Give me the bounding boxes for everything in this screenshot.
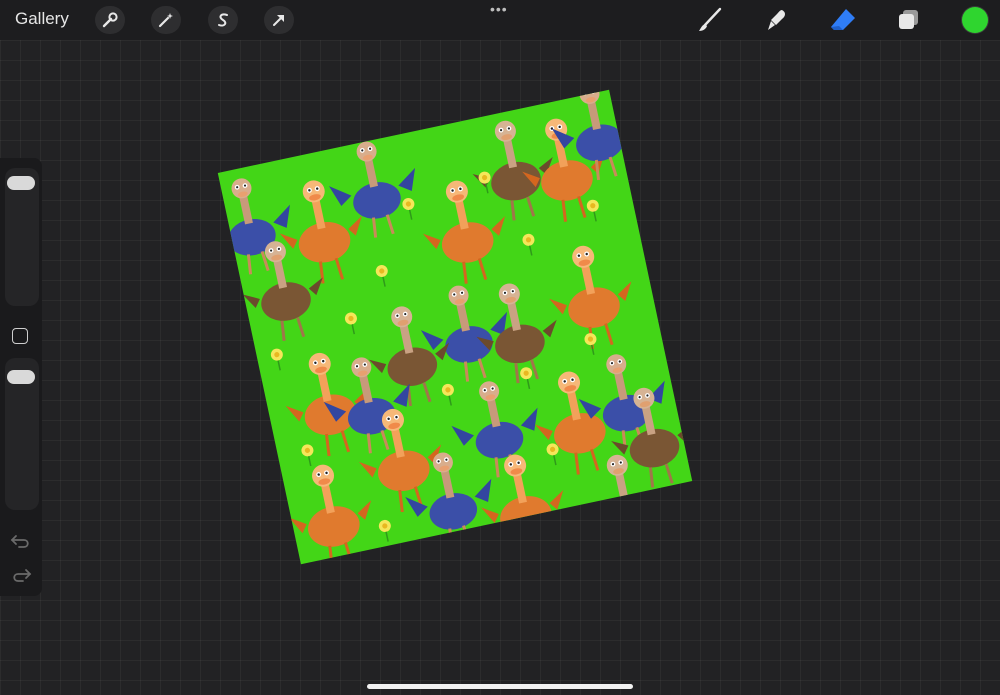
- brush-size-slider[interactable]: [5, 168, 39, 306]
- home-indicator[interactable]: [367, 684, 633, 689]
- transform-arrow-icon: [273, 15, 284, 26]
- eraser-icon: [831, 9, 855, 30]
- opacity-slider[interactable]: [5, 358, 39, 510]
- wrench-icon: [102, 12, 118, 28]
- redo-button[interactable]: [10, 566, 32, 584]
- ostrich-pattern-image: [217, 89, 693, 565]
- magic-wand-icon: [158, 13, 173, 28]
- adjustments-button[interactable]: [151, 6, 181, 34]
- artwork-canvas[interactable]: [217, 89, 693, 565]
- modify-button[interactable]: [12, 328, 28, 344]
- transform-button[interactable]: [264, 6, 294, 34]
- undo-icon: [10, 535, 29, 548]
- color-picker-button[interactable]: [962, 7, 988, 33]
- selection-s-icon: [218, 13, 228, 27]
- eraser-tool-button[interactable]: [827, 4, 859, 36]
- gallery-button[interactable]: Gallery: [15, 9, 69, 29]
- top-toolbar: Gallery •••: [0, 0, 1000, 40]
- smudge-icon: [768, 10, 785, 30]
- brush-icon: [699, 7, 722, 31]
- smudge-tool-button[interactable]: [760, 4, 792, 36]
- redo-icon: [13, 569, 32, 582]
- left-sidebar: [0, 158, 42, 596]
- undo-button[interactable]: [10, 532, 32, 550]
- brush-size-knob[interactable]: [7, 176, 35, 190]
- more-options-button[interactable]: •••: [490, 1, 508, 17]
- selection-button[interactable]: [208, 6, 238, 34]
- opacity-knob[interactable]: [7, 370, 35, 384]
- layers-button[interactable]: [893, 4, 925, 36]
- actions-button[interactable]: [95, 6, 125, 34]
- paint-tool-button[interactable]: [694, 4, 726, 36]
- layers-icon: [899, 10, 918, 29]
